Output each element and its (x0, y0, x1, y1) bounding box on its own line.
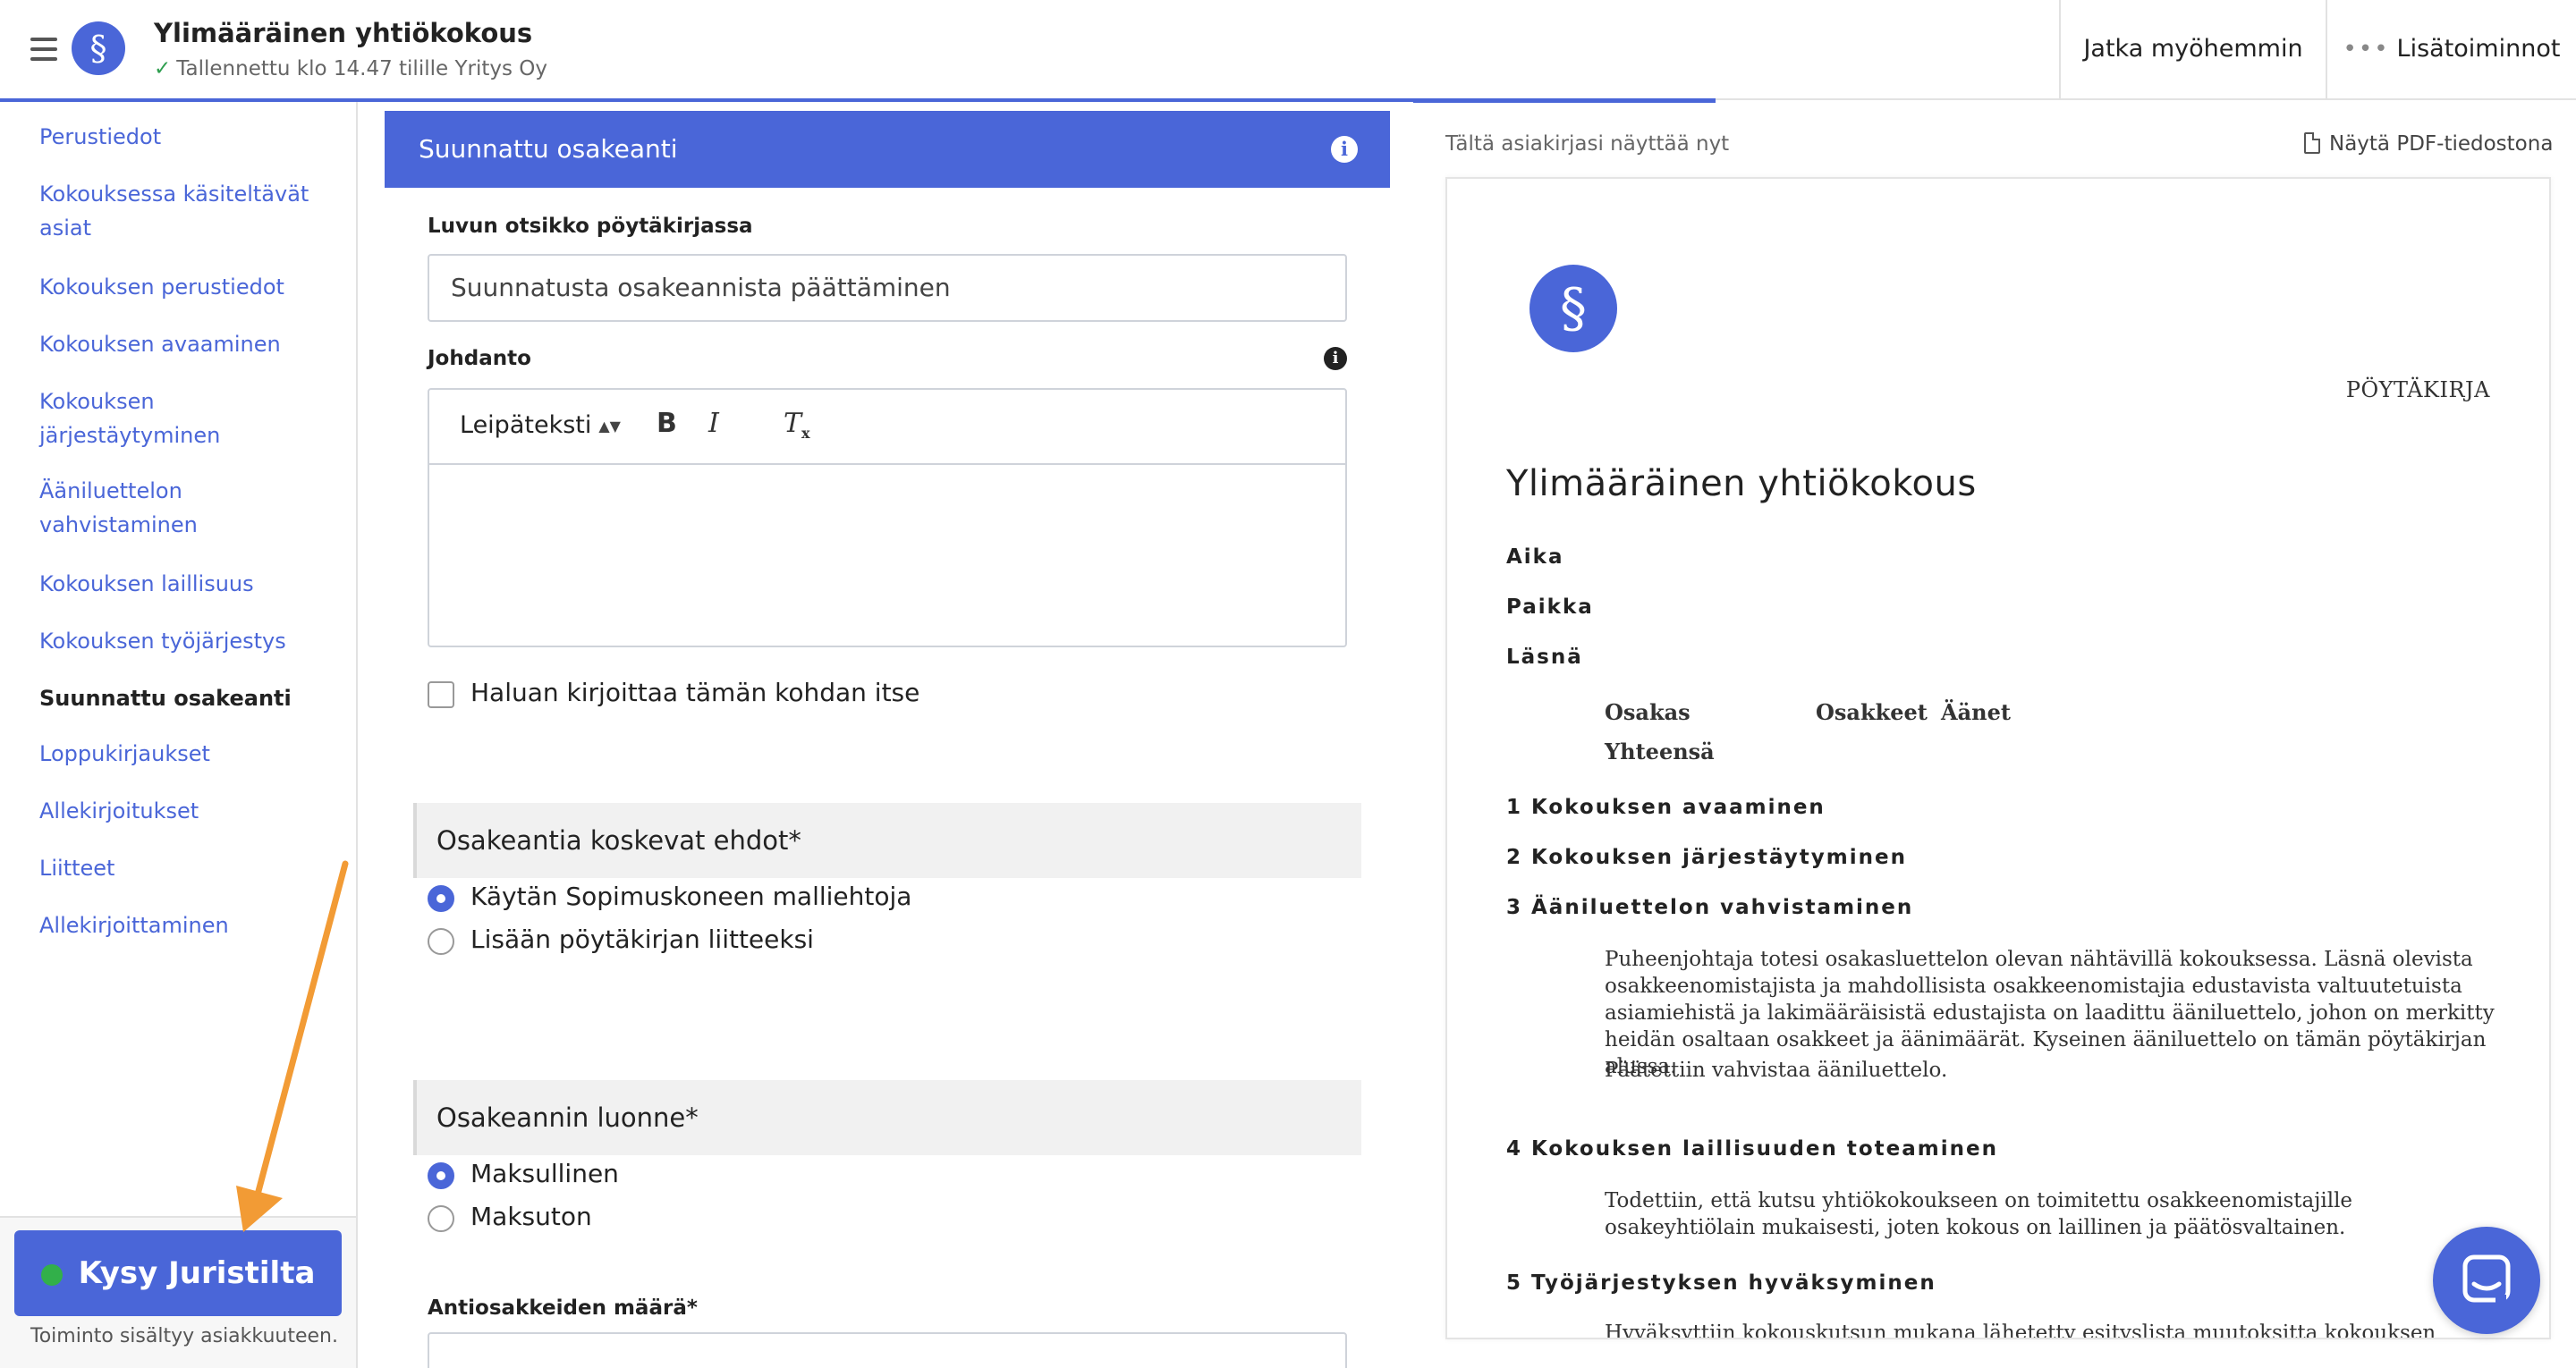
ask-lawyer-label: Kysy Juristilta (78, 1255, 316, 1291)
text-style-select[interactable]: Leipäteksti ▲▼ (460, 411, 621, 439)
meta-present: Läsnä (1506, 646, 1583, 669)
pdf-file-icon (2304, 132, 2320, 154)
form-panel: Suunnattu osakeanti i Luvun otsikko pöyt… (358, 102, 1413, 1368)
chat-launcher-button[interactable] (2433, 1227, 2540, 1334)
ellipsis-icon: ••• (2343, 36, 2390, 63)
terms-group-header: Osakeantia koskevat ehdot* (413, 803, 1361, 878)
ask-lawyer-panel: Kysy Juristilta Toiminto sisältyy asiakk… (0, 1216, 356, 1368)
nature-free-radio[interactable] (428, 1205, 454, 1232)
document-heading: Ylimääräinen yhtiökokous (1506, 463, 1977, 504)
app-window: § Ylimääräinen yhtiökokous ✓ Tallennettu … (0, 0, 2576, 1368)
document-preview: § PÖYTÄKIRJA Ylimääräinen yhtiökokous Ai… (1445, 177, 2551, 1339)
sidebar-item[interactable]: Loppukirjaukset (39, 737, 326, 771)
clear-format-x: x (801, 425, 810, 442)
table-total: Yhteensä (1605, 739, 1715, 764)
sidebar-item[interactable]: Kokouksen perustiedot (39, 270, 326, 304)
document-logo-icon: § (1530, 265, 1617, 352)
top-header: § Ylimääräinen yhtiökokous ✓ Tallennettu … (0, 0, 2576, 103)
terms-attachment-radio[interactable] (428, 928, 454, 955)
more-actions-button[interactable]: ••• Lisätoiminnot (2326, 0, 2576, 98)
write-myself-checkbox[interactable] (428, 681, 454, 708)
show-pdf-label: Näytä PDF-tiedostona (2329, 132, 2554, 156)
sidebar-item[interactable]: Perustiedot (39, 120, 326, 154)
shares-input[interactable] (428, 1332, 1347, 1368)
intro-field-label: Johdanto (428, 347, 531, 370)
intro-rich-text-editor: Leipäteksti ▲▼ B I Tx (428, 388, 1347, 647)
online-status-icon (40, 1264, 63, 1286)
terms-template-label[interactable]: Käytän Sopimuskoneen malliehtoja (470, 882, 911, 911)
section-heading: 2 Kokouksen järjestäytyminen (1506, 846, 1907, 869)
section-heading: 5 Työjärjestyksen hyväksyminen (1506, 1271, 1936, 1295)
write-myself-label[interactable]: Haluan kirjoittaa tämän kohdan itse (470, 678, 919, 707)
document-title: Ylimääräinen yhtiökokous (154, 18, 533, 48)
sidebar-item[interactable]: Allekirjoitukset (39, 794, 326, 828)
table-header-shareholder: Osakas (1605, 699, 1690, 725)
section-heading: 1 Kokouksen avaaminen (1506, 796, 1826, 819)
table-header-votes: Äänet (1941, 699, 2011, 725)
nature-free-label[interactable]: Maksuton (470, 1202, 592, 1231)
meta-place: Paikka (1506, 595, 1594, 619)
save-status-text: Tallennettu klo 14.47 tilille Yritys Oy (176, 57, 547, 80)
ask-lawyer-note: Toiminto sisältyy asiakkuuteen. (30, 1325, 338, 1347)
nature-paid-radio[interactable] (428, 1162, 454, 1189)
document-type: PÖYTÄKIRJA (2345, 377, 2490, 402)
heading-input[interactable]: Suunnatusta osakeannista päättäminen (428, 254, 1347, 322)
section-heading: 4 Kokouksen laillisuuden toteaminen (1506, 1137, 1998, 1161)
text-style-value: Leipäteksti (460, 411, 592, 439)
sidebar-item[interactable]: Kokouksen laillisuus (39, 567, 326, 601)
section-heading: 3 Ääniluettelon vahvistaminen (1506, 896, 1914, 919)
sidebar-item[interactable]: Kokouksessa käsiteltävät asiat (39, 177, 326, 245)
sidebar-item[interactable]: Ääniluettelon vahvistaminen (39, 474, 326, 542)
save-status: ✓ Tallennettu klo 14.47 tilille Yritys Oy (154, 57, 547, 80)
sidebar-item[interactable]: Liitteet (39, 851, 326, 885)
section-paragraph: Hyväksyttiin kokouskutsun mukana lähetet… (1605, 1322, 2436, 1339)
italic-button[interactable]: I (708, 408, 719, 439)
clear-format-glyph: T (784, 408, 802, 439)
more-actions-label: Lisätoiminnot (2396, 35, 2561, 63)
sidebar-item[interactable]: Kokouksen järjestäytyminen (39, 384, 326, 452)
intro-info-icon[interactable]: i (1324, 347, 1347, 370)
nature-paid-label[interactable]: Maksullinen (470, 1159, 619, 1188)
updown-chevron-icon: ▲▼ (598, 418, 621, 435)
section-header: Suunnattu osakeanti i (385, 111, 1390, 188)
section-paragraph: Todettiin, että kutsu yhtiökokoukseen on… (1605, 1189, 2353, 1239)
chat-bubble-icon (2462, 1254, 2511, 1304)
shares-field-label: Antiosakkeiden määrä* (428, 1296, 698, 1320)
section-title: Suunnattu osakeanti (419, 134, 678, 164)
bold-button[interactable]: B (657, 408, 677, 439)
continue-later-button[interactable]: Jatka myöhemmin (2059, 0, 2326, 98)
meta-time: Aika (1506, 545, 1564, 569)
menu-icon[interactable] (30, 38, 57, 61)
app-logo-icon: § (72, 21, 125, 75)
sidebar: Perustiedot Kokouksessa käsiteltävät asia… (0, 102, 358, 1368)
sidebar-item[interactable]: Suunnattu osakeanti (39, 681, 326, 715)
heading-field-label: Luvun otsikko pöytäkirjassa (428, 215, 753, 238)
editor-toolbar: Leipäteksti ▲▼ B I Tx (429, 390, 1345, 465)
terms-attachment-label[interactable]: Lisään pöytäkirjan liitteeksi (470, 925, 814, 954)
preview-heading: Tältä asiakirjasi näyttää nyt (1445, 132, 1730, 156)
clear-format-button[interactable]: Tx (784, 408, 810, 442)
section-paragraph: Päätettiin vahvistaa ääniluettelo. (1605, 1059, 1948, 1082)
table-header-shares: Osakkeet (1816, 699, 1928, 725)
intro-editor-area[interactable] (429, 467, 1345, 646)
ask-lawyer-button[interactable]: Kysy Juristilta (14, 1230, 342, 1316)
sidebar-item[interactable]: Allekirjoittaminen (39, 908, 326, 942)
nature-group-header: Osakeannin luonne* (413, 1080, 1361, 1155)
sidebar-item[interactable]: Kokouksen työjärjestys (39, 624, 326, 658)
show-pdf-link[interactable]: Näytä PDF-tiedostona (2304, 132, 2553, 156)
sidebar-item[interactable]: Kokouksen avaaminen (39, 327, 326, 361)
checkmark-icon: ✓ (154, 57, 172, 80)
info-icon[interactable]: i (1331, 136, 1358, 163)
terms-template-radio[interactable] (428, 885, 454, 912)
